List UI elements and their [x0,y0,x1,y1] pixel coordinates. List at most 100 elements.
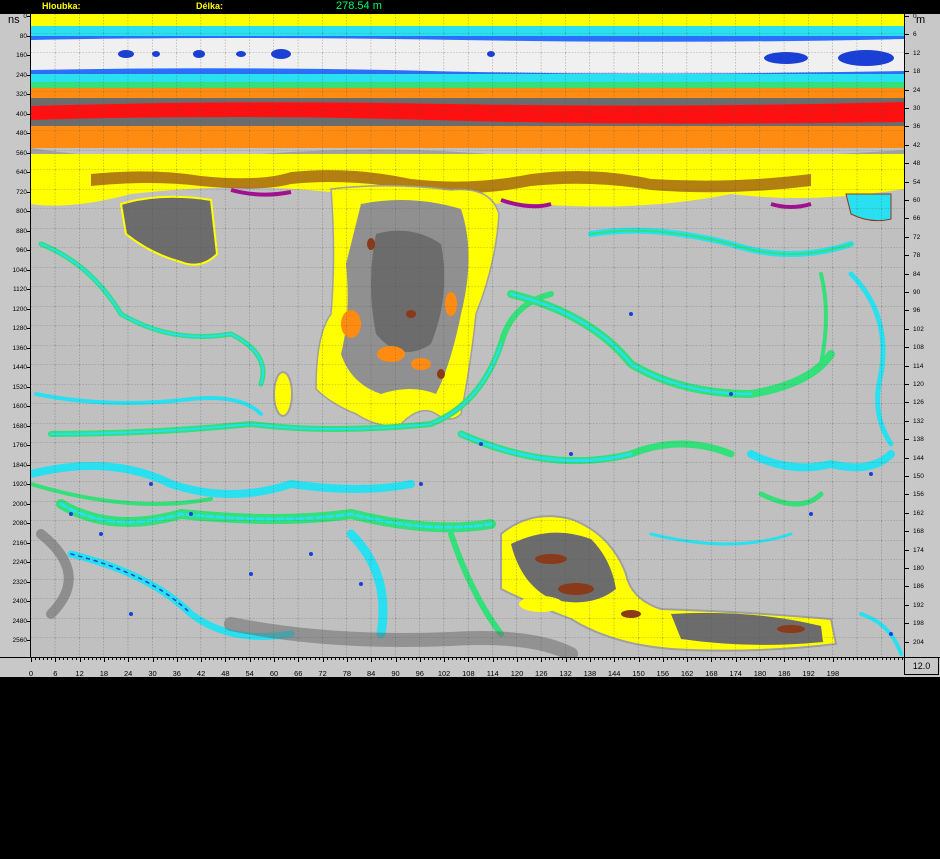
distance-minor-tick [512,658,514,660]
depth-tick-mark [905,365,909,367]
distance-minor-tick [751,658,753,660]
distance-minor-tick [796,658,798,660]
distance-tick-label: 114 [486,669,499,678]
distance-minor-tick [120,658,122,660]
distance-minor-tick [893,658,895,660]
distance-minor-tick [577,658,579,660]
distance-minor-tick [322,658,324,660]
distance-minor-tick [723,658,725,660]
radargram-plot[interactable] [31,14,904,657]
distance-minor-tick [306,658,308,660]
plot-grid [31,14,904,657]
distance-minor-tick [788,658,790,660]
distance-minor-tick [245,658,247,660]
time-tick-mark [27,250,30,251]
distance-tick-label: 12 [75,669,84,678]
distance-axis: 0 6 12 18 24 30 36 42 48 54 60 66 72 78 84 90 96 102 108 11… [0,657,940,678]
time-tick-label: 2000 [12,500,27,508]
distance-minor-tick [399,658,401,660]
distance-minor-tick [144,658,146,660]
time-tick-mark [27,172,30,173]
distance-minor-tick [225,658,227,660]
depth-label: Hloubka: [42,1,81,11]
depth-tick-mark [905,623,909,625]
time-tick-mark [27,133,30,134]
distance-minor-tick [618,658,620,660]
depth-tick-mark [905,181,909,183]
distance-minor-tick [444,658,446,660]
distance-minor-tick [581,658,583,660]
time-tick-mark [27,620,30,622]
depth-tick-label: 12 [913,49,921,57]
distance-minor-tick [87,658,89,660]
distance-minor-tick [419,658,421,660]
distance-minor-tick [282,658,284,660]
distance-minor-tick [407,658,409,660]
depth-tick-label: 114 [913,362,924,370]
distance-minor-tick [63,658,65,660]
distance-tick-label: 54 [245,669,254,678]
distance-minor-tick [606,658,608,660]
distance-minor-tick [103,658,105,660]
depth-tick-mark [905,586,909,588]
distance-minor-tick [448,658,450,660]
scale-value[interactable]: 12.0 [904,657,939,675]
time-tick-label: 800 [16,208,27,215]
distance-minor-tick [395,658,397,660]
distance-minor-tick [387,658,389,660]
distance-tick-label: 150 [632,669,645,678]
distance-minor-tick [472,658,474,660]
distance-minor-tick [780,658,782,660]
distance-minor-tick [172,658,174,660]
distance-minor-tick [302,658,304,660]
status-bar: Hloubka: Délka: 278.54 m [0,0,940,14]
distance-minor-tick [330,658,332,660]
time-tick-mark [27,757,30,758]
distance-minor-tick [107,658,109,660]
distance-minor-tick [670,658,672,660]
time-tick-label: 1600 [12,403,27,410]
depth-tick-label: 162 [913,509,924,517]
depth-tick-mark [905,52,909,54]
distance-minor-tick [792,658,794,660]
depth-tick-mark [905,568,909,569]
distance-minor-tick [533,658,535,660]
distance-tick-label: 120 [510,669,524,678]
distance-minor-tick [881,658,883,660]
distance-tick-label: 36 [172,669,181,678]
time-tick-mark [27,152,30,154]
distance-minor-tick [662,658,664,660]
distance-minor-tick [492,658,494,660]
time-tick-mark [27,16,30,17]
time-tick-label: 160 [16,52,27,59]
depth-tick-label: 138 [913,436,924,444]
time-tick-label: 2320 [12,578,27,586]
depth-unit-label: m [916,14,926,26]
depth-tick-label: 120 [913,381,924,388]
distance-minor-tick [188,658,190,660]
time-tick-mark [27,464,30,466]
distance-tick-label: 144 [607,669,621,678]
time-tick-mark [27,406,30,407]
depth-tick-label: 186 [913,583,924,591]
distance-minor-tick [35,658,37,660]
depth-tick-label: 144 [913,454,924,462]
distance-minor-tick [861,658,863,660]
time-axis: ns 0 80 160 240 320 400 480 560 640 720 800 880 960 1… [0,13,31,859]
distance-minor-tick [132,658,134,660]
distance-minor-tick [476,658,478,660]
depth-tick-mark [905,457,909,459]
distance-minor-tick [755,658,757,660]
depth-tick-mark [905,402,909,404]
distance-minor-tick [180,658,182,660]
time-tick-mark [27,679,30,680]
depth-tick-mark [905,384,909,385]
time-tick-mark [27,484,30,485]
distance-minor-tick [614,658,616,660]
time-tick-label: 1120 [13,286,27,293]
time-tick-mark [27,815,30,817]
distance-minor-tick [727,658,729,660]
time-tick-mark [27,698,30,700]
depth-tick-label: 6 [913,31,917,39]
distance-minor-tick [257,658,259,660]
